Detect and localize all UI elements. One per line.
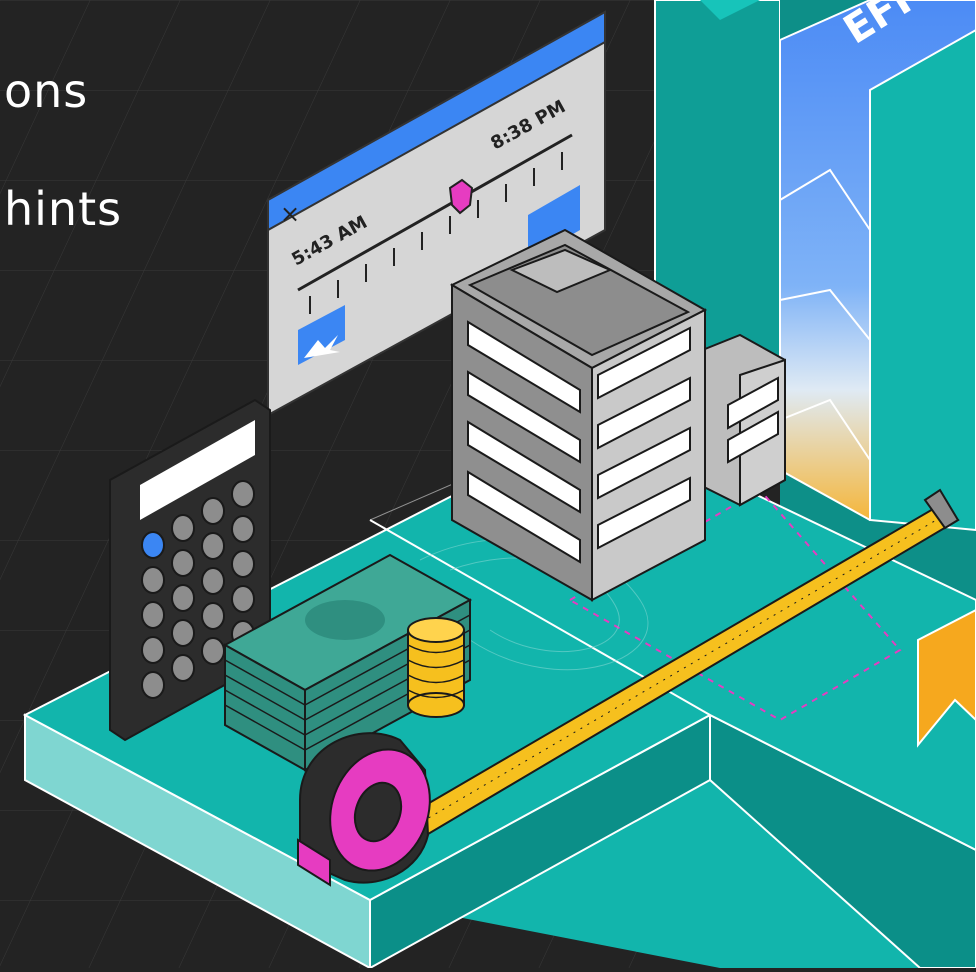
- close-icon: ×: [280, 200, 300, 228]
- hero-text-line-1: ons: [4, 64, 89, 118]
- coins-icon: [407, 617, 465, 718]
- hero-text-line-2: hints: [4, 182, 123, 236]
- illustration-canvas: EFF × 5:43 AM 8:38 PM ons hints: [0, 0, 976, 970]
